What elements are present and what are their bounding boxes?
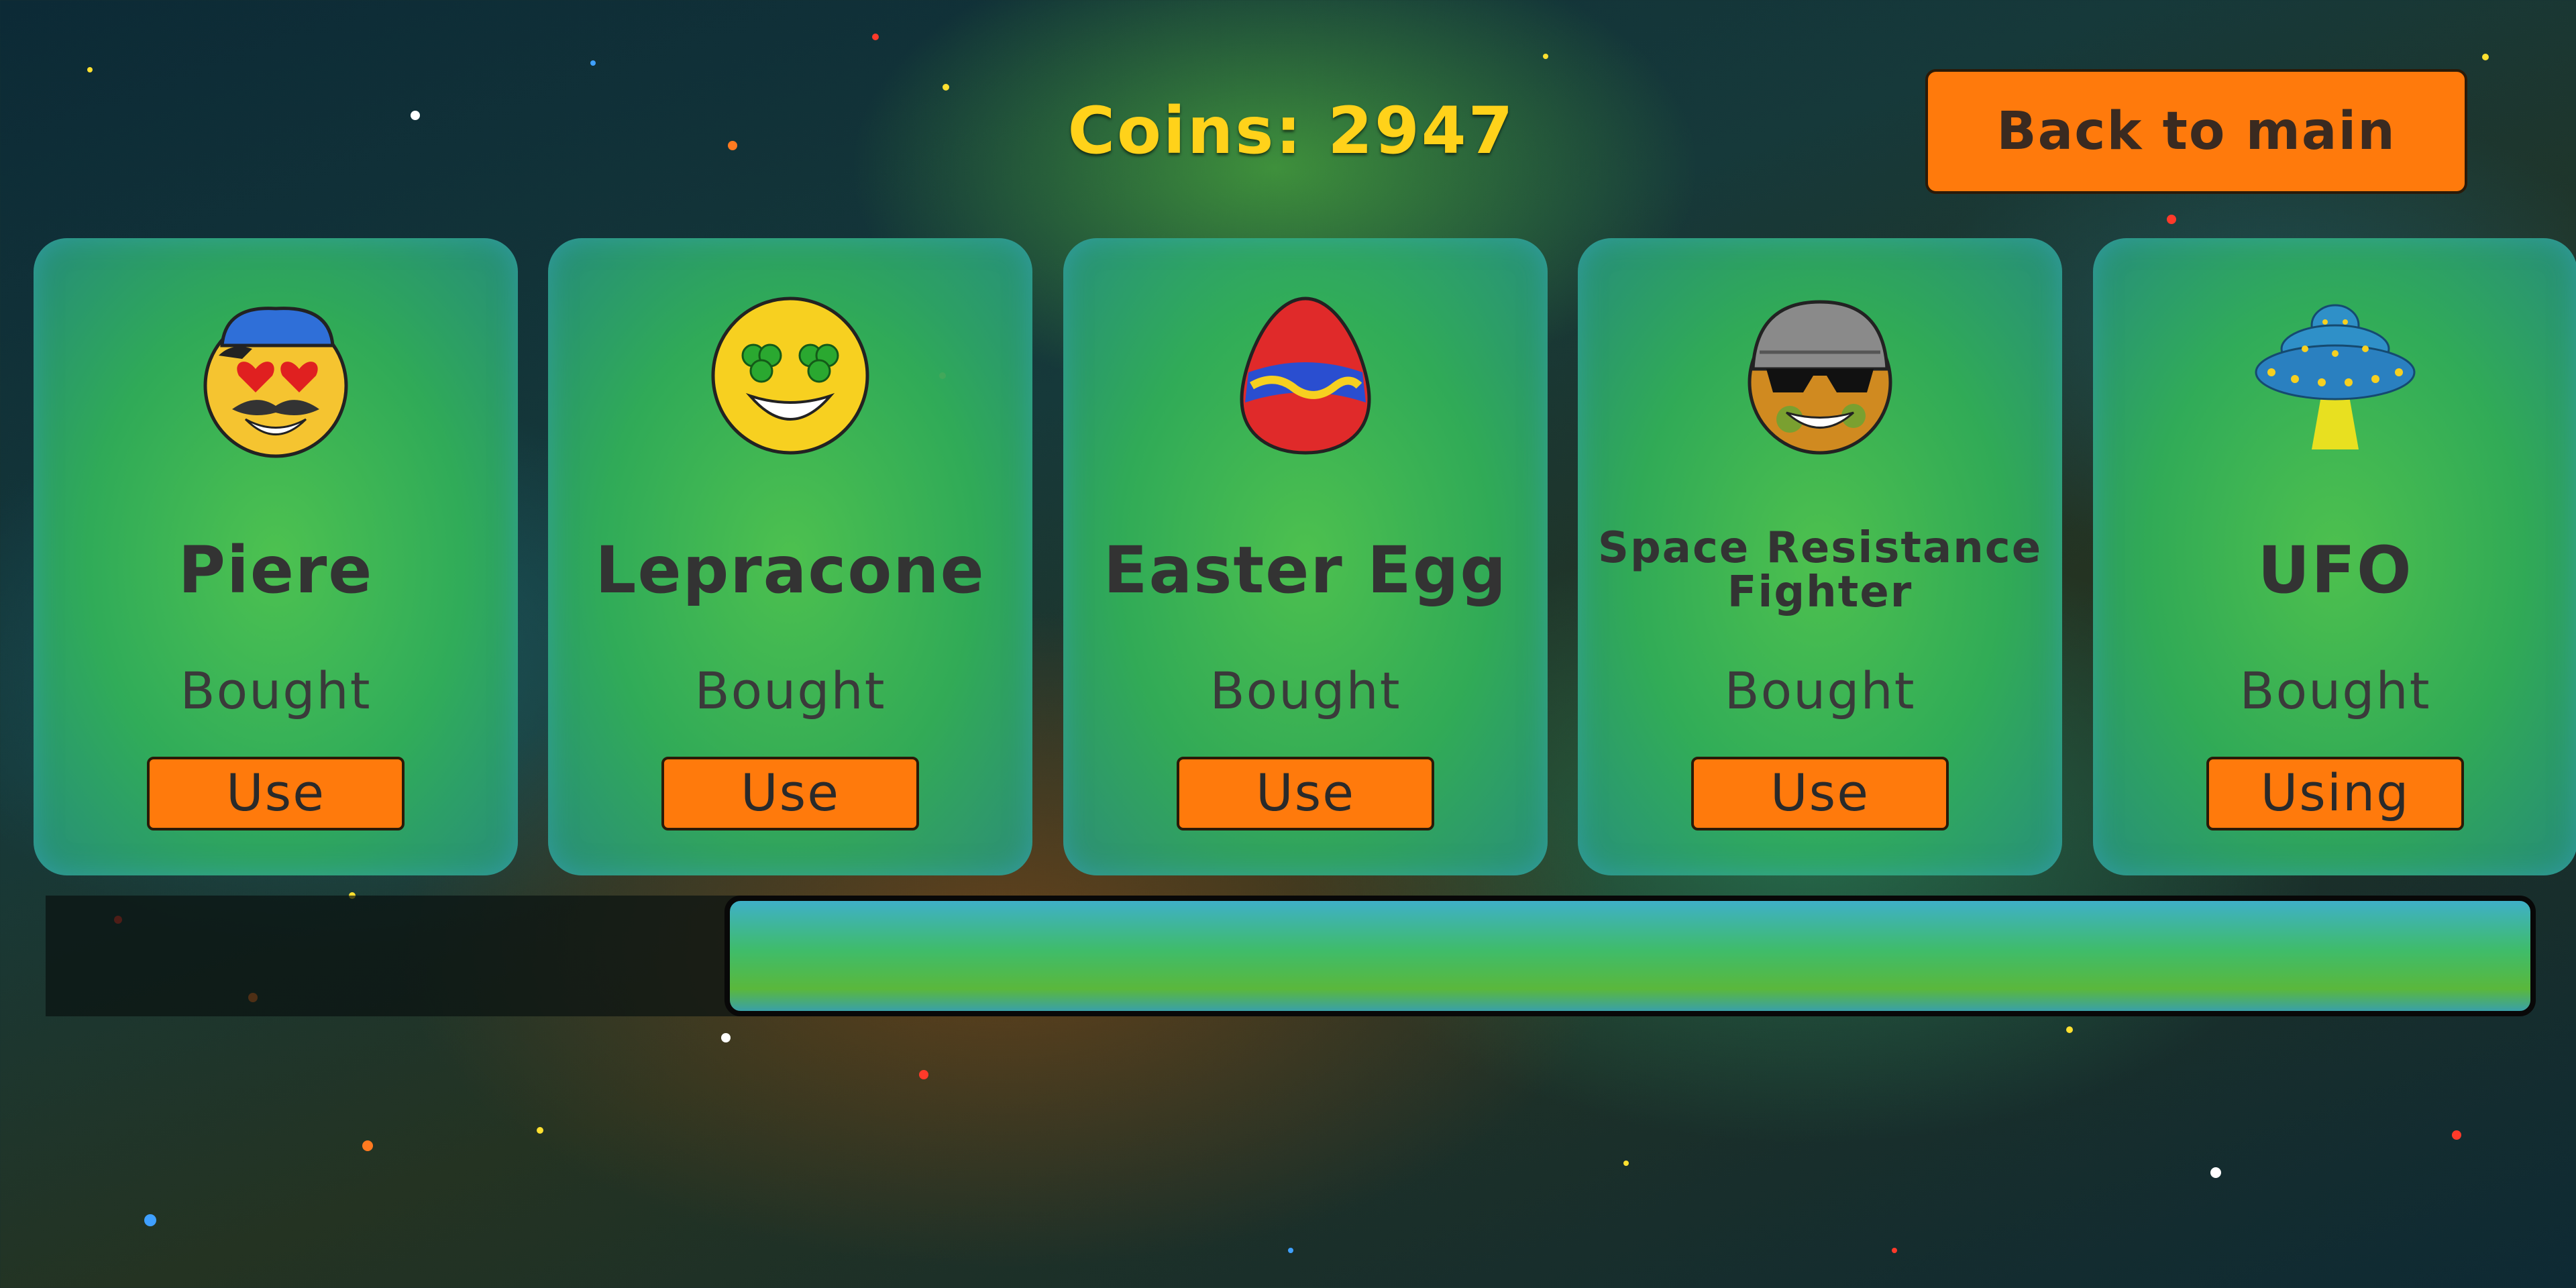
star (590, 60, 596, 66)
star (2210, 1167, 2221, 1178)
skin-card-ufo: UFO Bought Using (2093, 238, 2576, 875)
star (872, 34, 879, 40)
skin-status: Bought (2239, 661, 2431, 720)
star (144, 1214, 156, 1226)
use-button[interactable]: Use (1177, 757, 1434, 830)
star (2066, 1026, 2073, 1033)
star (728, 141, 737, 150)
shamrock-face-icon (711, 297, 869, 455)
star (1623, 1161, 1629, 1166)
skin-name: UFO (2257, 533, 2413, 608)
star (2482, 54, 2489, 60)
star (411, 111, 420, 120)
star (87, 67, 93, 72)
back-to-main-button[interactable]: Back to main (1925, 69, 2467, 194)
use-button[interactable]: Use (1691, 757, 1949, 830)
easter-egg-icon (1240, 297, 1371, 455)
star (1543, 54, 1548, 59)
star (919, 1070, 928, 1079)
skin-name: Space Resistance Fighter (1597, 523, 2043, 617)
skin-card-space-resistance-fighter: Space Resistance Fighter Bought Use (1578, 238, 2062, 875)
skin-status: Bought (180, 661, 372, 720)
using-button[interactable]: Using (2206, 757, 2464, 830)
skin-name: Piere (178, 533, 374, 608)
star (2452, 1130, 2461, 1140)
horizontal-scrollbar[interactable] (724, 896, 2536, 1016)
star (537, 1127, 543, 1134)
use-button[interactable]: Use (661, 757, 919, 830)
mustache-face-icon (203, 307, 348, 458)
skin-card-lepracone: Lepracone Bought Use (548, 238, 1032, 875)
skin-name: Easter Egg (1103, 533, 1508, 608)
star (721, 1033, 731, 1042)
fighter-face-icon (1748, 300, 1892, 455)
use-button[interactable]: Use (147, 757, 405, 830)
skin-card-piere: Piere Bought Use (34, 238, 518, 875)
skin-card-easter-egg: Easter Egg Bought Use (1063, 238, 1548, 875)
coins-counter: Coins: 2947 (1067, 93, 1515, 168)
skin-status: Bought (694, 661, 886, 720)
star (1892, 1248, 1897, 1253)
skin-name: Lepracone (595, 533, 985, 608)
ufo-icon (2255, 304, 2416, 449)
star (362, 1140, 373, 1151)
skin-status: Bought (1210, 661, 1401, 720)
star (2167, 215, 2176, 224)
skin-status: Bought (1724, 661, 1916, 720)
star (1288, 1248, 1293, 1253)
star (943, 84, 949, 91)
